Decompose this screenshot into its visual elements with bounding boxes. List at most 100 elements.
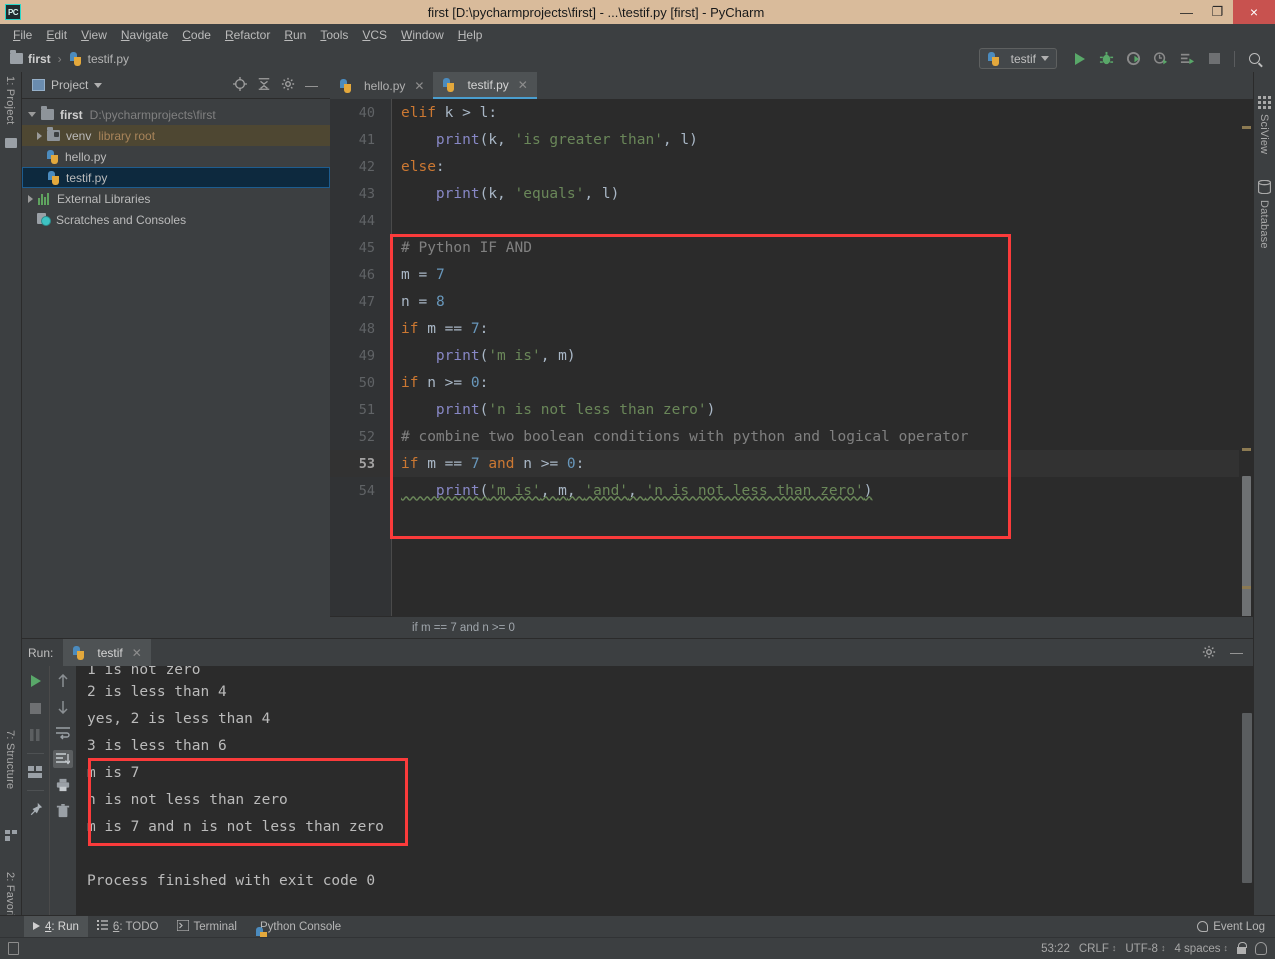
- sidebar-item-database[interactable]: Database: [1258, 200, 1270, 249]
- code-line-42[interactable]: 42 else:: [330, 153, 1253, 180]
- code-text[interactable]: # Python IF AND: [380, 240, 532, 256]
- pause-icon[interactable]: [26, 726, 46, 744]
- hide-panel-icon[interactable]: —: [1230, 646, 1243, 659]
- bottom-tab-6-todo[interactable]: 6: TODO: [88, 916, 168, 938]
- code-line-50[interactable]: 50 if n >= 0:: [330, 369, 1253, 396]
- debug-icon[interactable]: [1094, 48, 1119, 70]
- chevron-down-icon[interactable]: [28, 112, 36, 117]
- menu-item-vcs[interactable]: VCS: [355, 26, 394, 44]
- run-configuration-selector[interactable]: testif: [978, 48, 1057, 69]
- up-arrow-icon[interactable]: [53, 672, 73, 690]
- code-text[interactable]: print(k, 'is greater than', l): [380, 132, 698, 148]
- scrollbar-thumb[interactable]: [1242, 476, 1251, 628]
- code-line-46[interactable]: 46 m = 7: [330, 261, 1253, 288]
- stop-icon[interactable]: [26, 699, 46, 717]
- menu-item-edit[interactable]: Edit: [39, 26, 74, 44]
- settings-gear-icon[interactable]: [1202, 645, 1216, 661]
- code-content[interactable]: 40 elif k > l: 41 print(k, 'is greater tha…: [330, 99, 1253, 638]
- collapse-all-icon[interactable]: [257, 77, 271, 93]
- hide-panel-icon[interactable]: —: [305, 79, 318, 92]
- code-line-41[interactable]: 41 print(k, 'is greater than', l): [330, 126, 1253, 153]
- project-panel-title-group[interactable]: Project: [26, 78, 103, 92]
- menu-item-refactor[interactable]: Refactor: [218, 26, 277, 44]
- bottom-tab-terminal[interactable]: Terminal: [168, 916, 246, 938]
- code-line-53[interactable]: 53 if m == 7 and n >= 0:: [330, 450, 1253, 477]
- console-scrollbar-thumb[interactable]: [1242, 713, 1252, 883]
- code-text[interactable]: elif k > l:: [380, 105, 497, 121]
- pin-tab-icon[interactable]: [26, 800, 46, 818]
- scroll-to-end-icon[interactable]: [53, 750, 73, 768]
- rerun-icon[interactable]: [26, 672, 46, 690]
- code-text[interactable]: print('m is', m, 'and', 'n is not less t…: [380, 483, 873, 499]
- code-text[interactable]: n = 8: [380, 294, 445, 310]
- search-everywhere-icon[interactable]: [1242, 48, 1267, 70]
- close-button[interactable]: ×: [1233, 0, 1275, 24]
- encoding-selector[interactable]: UTF-8 ↕: [1125, 943, 1165, 955]
- code-line-51[interactable]: 51 print('n is not less than zero'): [330, 396, 1253, 423]
- menu-item-tools[interactable]: Tools: [313, 26, 355, 44]
- chevron-right-icon[interactable]: [37, 131, 42, 140]
- breadcrumb-file[interactable]: testif.py: [88, 52, 129, 66]
- code-text[interactable]: else:: [380, 159, 445, 175]
- console-output[interactable]: 1 is not zero 2 is less than 4 yes, 2 is l…: [76, 666, 1253, 920]
- stop-icon[interactable]: [1202, 48, 1227, 70]
- caret-position[interactable]: 53:22: [1041, 943, 1070, 955]
- code-text[interactable]: if m == 7:: [380, 321, 488, 337]
- code-line-44[interactable]: 44: [330, 207, 1253, 234]
- editor-scrollbar[interactable]: [1239, 126, 1253, 638]
- code-line-40[interactable]: 40 elif k > l:: [330, 99, 1253, 126]
- menu-item-help[interactable]: Help: [451, 26, 490, 44]
- code-text[interactable]: if n >= 0:: [380, 375, 488, 391]
- menu-item-navigate[interactable]: Navigate: [114, 26, 175, 44]
- indent-selector[interactable]: 4 spaces ↕: [1174, 943, 1228, 955]
- soft-wrap-icon[interactable]: [53, 724, 73, 742]
- sidebar-item-sciview[interactable]: SciView: [1258, 114, 1270, 154]
- print-icon[interactable]: [53, 776, 73, 794]
- menu-item-view[interactable]: View: [74, 26, 114, 44]
- menu-item-file[interactable]: File: [6, 26, 39, 44]
- close-icon[interactable]: ✕: [132, 646, 142, 660]
- event-log-group[interactable]: Event Log: [1197, 921, 1275, 933]
- code-text[interactable]: # combine two boolean conditions with py…: [380, 429, 968, 445]
- restore-layout-icon[interactable]: [26, 763, 46, 781]
- tree-item-venv[interactable]: venv library root: [22, 125, 330, 146]
- menu-item-code[interactable]: Code: [175, 26, 218, 44]
- chevron-right-icon[interactable]: [28, 194, 33, 203]
- code-line-54[interactable]: 54 print('m is', m, 'and', 'n is not les…: [330, 477, 1253, 504]
- tree-item-scratches-and-consoles[interactable]: Scratches and Consoles: [22, 209, 330, 230]
- person-icon[interactable]: [1255, 942, 1267, 955]
- minimize-button[interactable]: —: [1171, 0, 1202, 24]
- code-text[interactable]: m = 7: [380, 267, 445, 283]
- editor-tab-testif-py[interactable]: testif.py ✕: [433, 72, 537, 99]
- code-line-48[interactable]: 48 if m == 7:: [330, 315, 1253, 342]
- editor-tab-hello-py[interactable]: hello.py ✕: [330, 72, 434, 99]
- code-editor[interactable]: 40 elif k > l: 41 print(k, 'is greater tha…: [330, 99, 1253, 638]
- maximize-button[interactable]: ❐: [1202, 0, 1233, 24]
- code-line-49[interactable]: 49 print('m is', m): [330, 342, 1253, 369]
- code-line-43[interactable]: 43 print(k, 'equals', l): [330, 180, 1253, 207]
- lock-icon[interactable]: [1237, 941, 1247, 954]
- run-with-console-icon[interactable]: [1175, 48, 1200, 70]
- code-text[interactable]: print(k, 'equals', l): [380, 186, 619, 202]
- tree-item-hello-py[interactable]: hello.py: [22, 146, 330, 167]
- code-line-45[interactable]: 45 # Python IF AND: [330, 234, 1253, 261]
- code-text[interactable]: if m == 7 and n >= 0:: [380, 456, 584, 472]
- run-icon[interactable]: [1067, 48, 1092, 70]
- sidebar-item-project[interactable]: 1: Project: [4, 76, 16, 124]
- line-separator-selector[interactable]: CRLF ↕: [1079, 943, 1117, 955]
- menu-item-window[interactable]: Window: [394, 26, 451, 44]
- code-line-47[interactable]: 47 n = 8: [330, 288, 1253, 315]
- close-icon[interactable]: ✕: [414, 79, 424, 93]
- tree-item-testif-py[interactable]: testif.py: [22, 167, 330, 188]
- menu-item-run[interactable]: Run: [277, 26, 313, 44]
- down-arrow-icon[interactable]: [53, 698, 73, 716]
- run-tab-testif[interactable]: testif ✕: [63, 639, 151, 666]
- close-icon[interactable]: ✕: [518, 78, 528, 92]
- settings-gear-icon[interactable]: [281, 77, 295, 93]
- code-text[interactable]: print('n is not less than zero'): [380, 402, 715, 418]
- sidebar-item-structure[interactable]: 7: Structure: [4, 730, 16, 789]
- bottom-tab-python-console[interactable]: Python Console: [246, 916, 350, 938]
- tree-item-first[interactable]: first D:\pycharmprojects\first: [22, 104, 330, 125]
- code-text[interactable]: print('m is', m): [380, 348, 576, 364]
- locate-icon[interactable]: [233, 77, 247, 93]
